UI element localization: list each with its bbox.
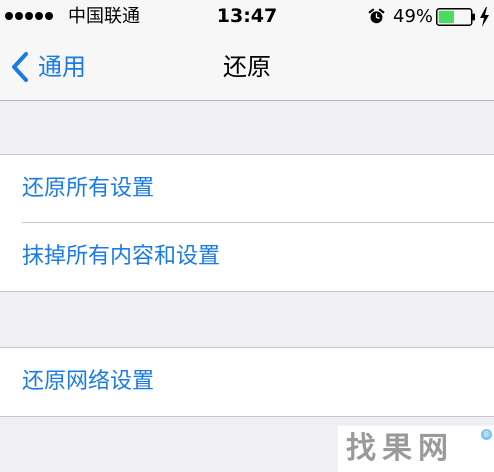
cell-label: 抹掉所有内容和设置	[22, 244, 221, 269]
watermark-text: 找果网	[346, 431, 454, 466]
erase-all-content-cell[interactable]: 抹掉所有内容和设置	[0, 223, 494, 291]
page-title: 还原	[223, 53, 271, 81]
status-bar: 中国联通 13:47 49%	[0, 0, 494, 34]
alarm-clock-icon	[368, 8, 385, 24]
watermark: 找果网 ®	[338, 426, 494, 472]
settings-group-reset: 还原所有设置 抹掉所有内容和设置	[0, 154, 494, 292]
cell-label: 还原所有设置	[22, 176, 155, 201]
cell-label: 还原网络设置	[22, 369, 155, 394]
reset-all-settings-cell[interactable]: 还原所有设置	[0, 155, 494, 223]
registered-mark: ®	[481, 429, 492, 440]
battery-icon	[436, 8, 475, 26]
settings-group-network: 还原网络设置	[0, 347, 494, 417]
battery-percentage: 49%	[393, 6, 434, 27]
lightning-bolt-icon	[480, 7, 489, 27]
reset-network-settings-cell[interactable]: 还原网络设置	[0, 348, 494, 416]
navigation-bar: 通用 还原	[0, 34, 494, 101]
